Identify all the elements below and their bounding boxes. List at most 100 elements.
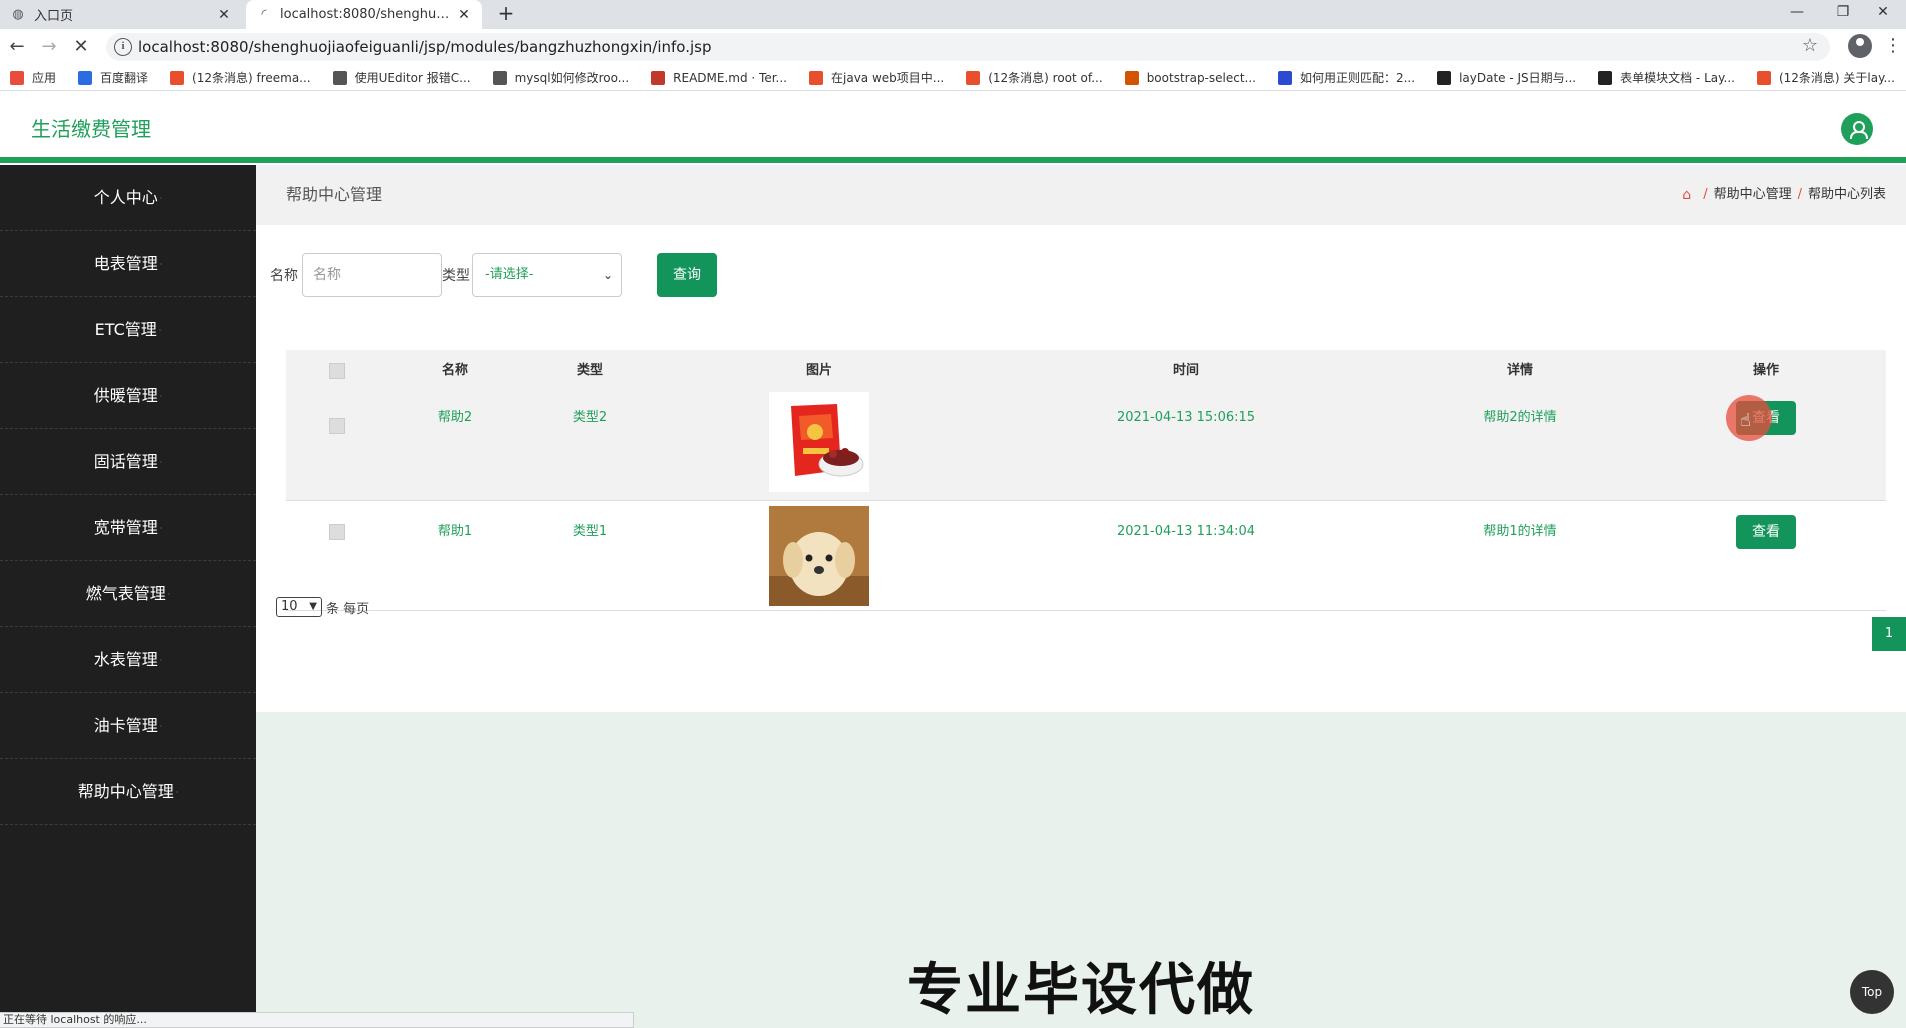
dot-icon: ·: [167, 589, 171, 599]
page-size-value: 10: [281, 599, 298, 614]
bookmark-item[interactable]: (12条消息) freema...: [170, 69, 311, 86]
bookmark-label: (12条消息) 关于lay...: [1778, 71, 1895, 85]
bookmark-item[interactable]: 使用UEditor 报错C...: [332, 69, 471, 86]
bookmark-item[interactable]: (12条消息) root of...: [966, 69, 1103, 86]
page-number-button[interactable]: 1: [1872, 617, 1906, 651]
sidebar-item-landline[interactable]: 固话管理 ·: [0, 429, 256, 495]
bookmark-item[interactable]: layDate - JS日期与...: [1437, 69, 1576, 86]
bookmark-item[interactable]: (12条消息) 关于lay...: [1756, 69, 1895, 86]
cell-detail[interactable]: 帮助1的详情: [1483, 501, 1556, 563]
dot-icon: ·: [158, 325, 162, 335]
sidebar-item-etc[interactable]: ETC管理 ·: [0, 297, 256, 363]
dot-icon: ·: [159, 391, 163, 401]
breadcrumb-bar: 帮助中心管理 ⌂ / 帮助中心管理 / 帮助中心列表: [256, 165, 1906, 225]
sidebar: 个人中心 · 电表管理 · ETC管理 · 供暖管理 · 固话管理 · 宽带管理 · 燃气表…: [0, 165, 256, 1028]
close-icon[interactable]: ✕: [216, 7, 232, 23]
dot-icon: ·: [159, 721, 163, 731]
puppy-image: [769, 506, 869, 606]
bookmark-item[interactable]: 应用: [10, 69, 56, 86]
bookmark-item[interactable]: mysql如何修改roo...: [492, 69, 629, 86]
dot-icon: ·: [159, 259, 163, 269]
sidebar-item-electric-meter[interactable]: 电表管理 ·: [0, 231, 256, 297]
bookmark-label: README.md · Ter...: [673, 70, 787, 85]
profile-icon[interactable]: [1848, 34, 1872, 58]
browser-tab-active[interactable]: ◜ localhost:8080/shenghuojiaofe ✕: [246, 0, 482, 29]
minimize-icon[interactable]: —: [1774, 0, 1820, 29]
browser-toolbar: ← → ✕ i localhost:8080/shenghuojiaofeigu…: [0, 29, 1906, 65]
search-form: 名称 名称 类型 -请选择- ⌄ 查询: [270, 253, 717, 297]
column-header-image: 图片: [805, 363, 833, 378]
bookmark-favicon-icon: [492, 70, 507, 85]
type-select[interactable]: -请选择- ⌄: [472, 253, 622, 297]
browser-tab-bar: ◍ 入口页 ✕ ◜ localhost:8080/shenghuojiaofe …: [0, 0, 1906, 29]
dot-icon: ·: [175, 787, 179, 797]
name-search-input[interactable]: 名称: [302, 253, 442, 297]
sidebar-item-personal-center[interactable]: 个人中心 ·: [0, 165, 256, 231]
dot-icon: ·: [159, 457, 163, 467]
loading-icon: ◜: [261, 7, 267, 22]
window-close-icon[interactable]: ✕: [1860, 0, 1906, 29]
row-checkbox[interactable]: [329, 418, 345, 434]
bookmark-label: 在java web项目中...: [831, 71, 945, 85]
back-icon[interactable]: ←: [4, 34, 30, 60]
column-header-type: 类型: [576, 363, 604, 378]
address-bar[interactable]: i localhost:8080/shenghuojiaofeiguanli/j…: [106, 33, 1830, 61]
menu-icon[interactable]: ⋮: [1884, 33, 1902, 59]
tab-title: 入口页: [34, 9, 74, 24]
bookmark-item[interactable]: 表单模块文档 - Lay...: [1598, 69, 1735, 86]
column-header-action: 操作: [1752, 363, 1780, 378]
user-avatar-icon[interactable]: [1841, 113, 1873, 145]
browser-tab-entry[interactable]: ◍ 入口页 ✕: [0, 0, 242, 29]
breadcrumb-separator: /: [1797, 187, 1802, 202]
sidebar-item-heating[interactable]: 供暖管理 ·: [0, 363, 256, 429]
query-button[interactable]: 查询: [657, 253, 717, 297]
column-header-name: 名称: [441, 363, 469, 378]
dot-icon: ·: [159, 193, 163, 203]
view-button[interactable]: 查看: [1736, 515, 1796, 549]
stop-loading-icon[interactable]: ✕: [68, 34, 94, 60]
sidebar-item-fuel-card[interactable]: 油卡管理 ·: [0, 693, 256, 759]
breadcrumb-item[interactable]: 帮助中心管理: [1714, 165, 1792, 225]
sidebar-item-water-meter[interactable]: 水表管理 ·: [0, 627, 256, 693]
row-checkbox[interactable]: [329, 524, 345, 540]
close-icon[interactable]: ✕: [456, 7, 472, 23]
page-size-label: 条 每页: [326, 601, 370, 617]
sidebar-item-help-center[interactable]: 帮助中心管理 ·: [0, 759, 256, 825]
type-select-value: -请选择-: [485, 267, 534, 282]
bookmark-item[interactable]: 如何用正则匹配：2...: [1277, 69, 1415, 86]
bookmark-favicon-icon: [809, 70, 823, 85]
page-size-control: 10 ▼ 条 每页: [276, 597, 369, 617]
bookmark-item[interactable]: 百度翻译: [78, 69, 148, 86]
sidebar-item-label: 水表管理: [93, 650, 158, 669]
bookmark-item[interactable]: bootstrap-select...: [1124, 70, 1256, 85]
app-brand: 生活缴费管理: [31, 117, 151, 141]
back-to-top-button[interactable]: Top: [1850, 970, 1894, 1014]
sidebar-item-gas-meter[interactable]: 燃气表管理 ·: [0, 561, 256, 627]
url-text[interactable]: localhost:8080/shenghuojiaofeiguanli/jsp…: [138, 33, 711, 61]
cell-detail[interactable]: 帮助2的详情: [1483, 392, 1556, 444]
bookmark-item[interactable]: 在java web项目中...: [809, 69, 944, 86]
page-size-select[interactable]: 10 ▼: [276, 597, 322, 617]
bookmark-label: 应用: [32, 71, 57, 85]
bookmark-label: 百度翻译: [100, 71, 149, 85]
forward-icon[interactable]: →: [36, 34, 62, 60]
sidebar-item-label: ETC管理: [94, 320, 157, 339]
bookmark-favicon-icon: [1124, 70, 1139, 85]
breadcrumb: ⌂ / 帮助中心管理 / 帮助中心列表: [1682, 165, 1886, 225]
page-title: 帮助中心管理: [286, 185, 383, 204]
bookmark-item[interactable]: README.md · Ter...: [651, 70, 787, 85]
home-icon[interactable]: ⌂: [1682, 165, 1691, 225]
name-label: 名称: [270, 268, 298, 284]
site-info-icon[interactable]: i: [114, 38, 132, 56]
bookmarks-bar: 应用 百度翻译 (12条消息) freema... 使用UEditor 报错C... m…: [0, 65, 1906, 91]
bookmark-favicon-icon: [170, 70, 185, 85]
table-row: 帮助2 类型2 2021-04-13 15:06:15 帮助2的详情: [286, 392, 1886, 501]
sidebar-item-broadband[interactable]: 宽带管理 ·: [0, 495, 256, 561]
cell-time: 2021-04-13 15:06:15: [1116, 410, 1256, 425]
bookmark-star-icon[interactable]: ☆: [1802, 35, 1818, 56]
globe-icon: ◍: [12, 7, 24, 22]
select-all-checkbox[interactable]: [329, 363, 345, 379]
bookmark-favicon-icon: [1437, 70, 1452, 85]
sidebar-item-label: 固话管理: [93, 452, 158, 471]
new-tab-button[interactable]: +: [494, 2, 518, 26]
